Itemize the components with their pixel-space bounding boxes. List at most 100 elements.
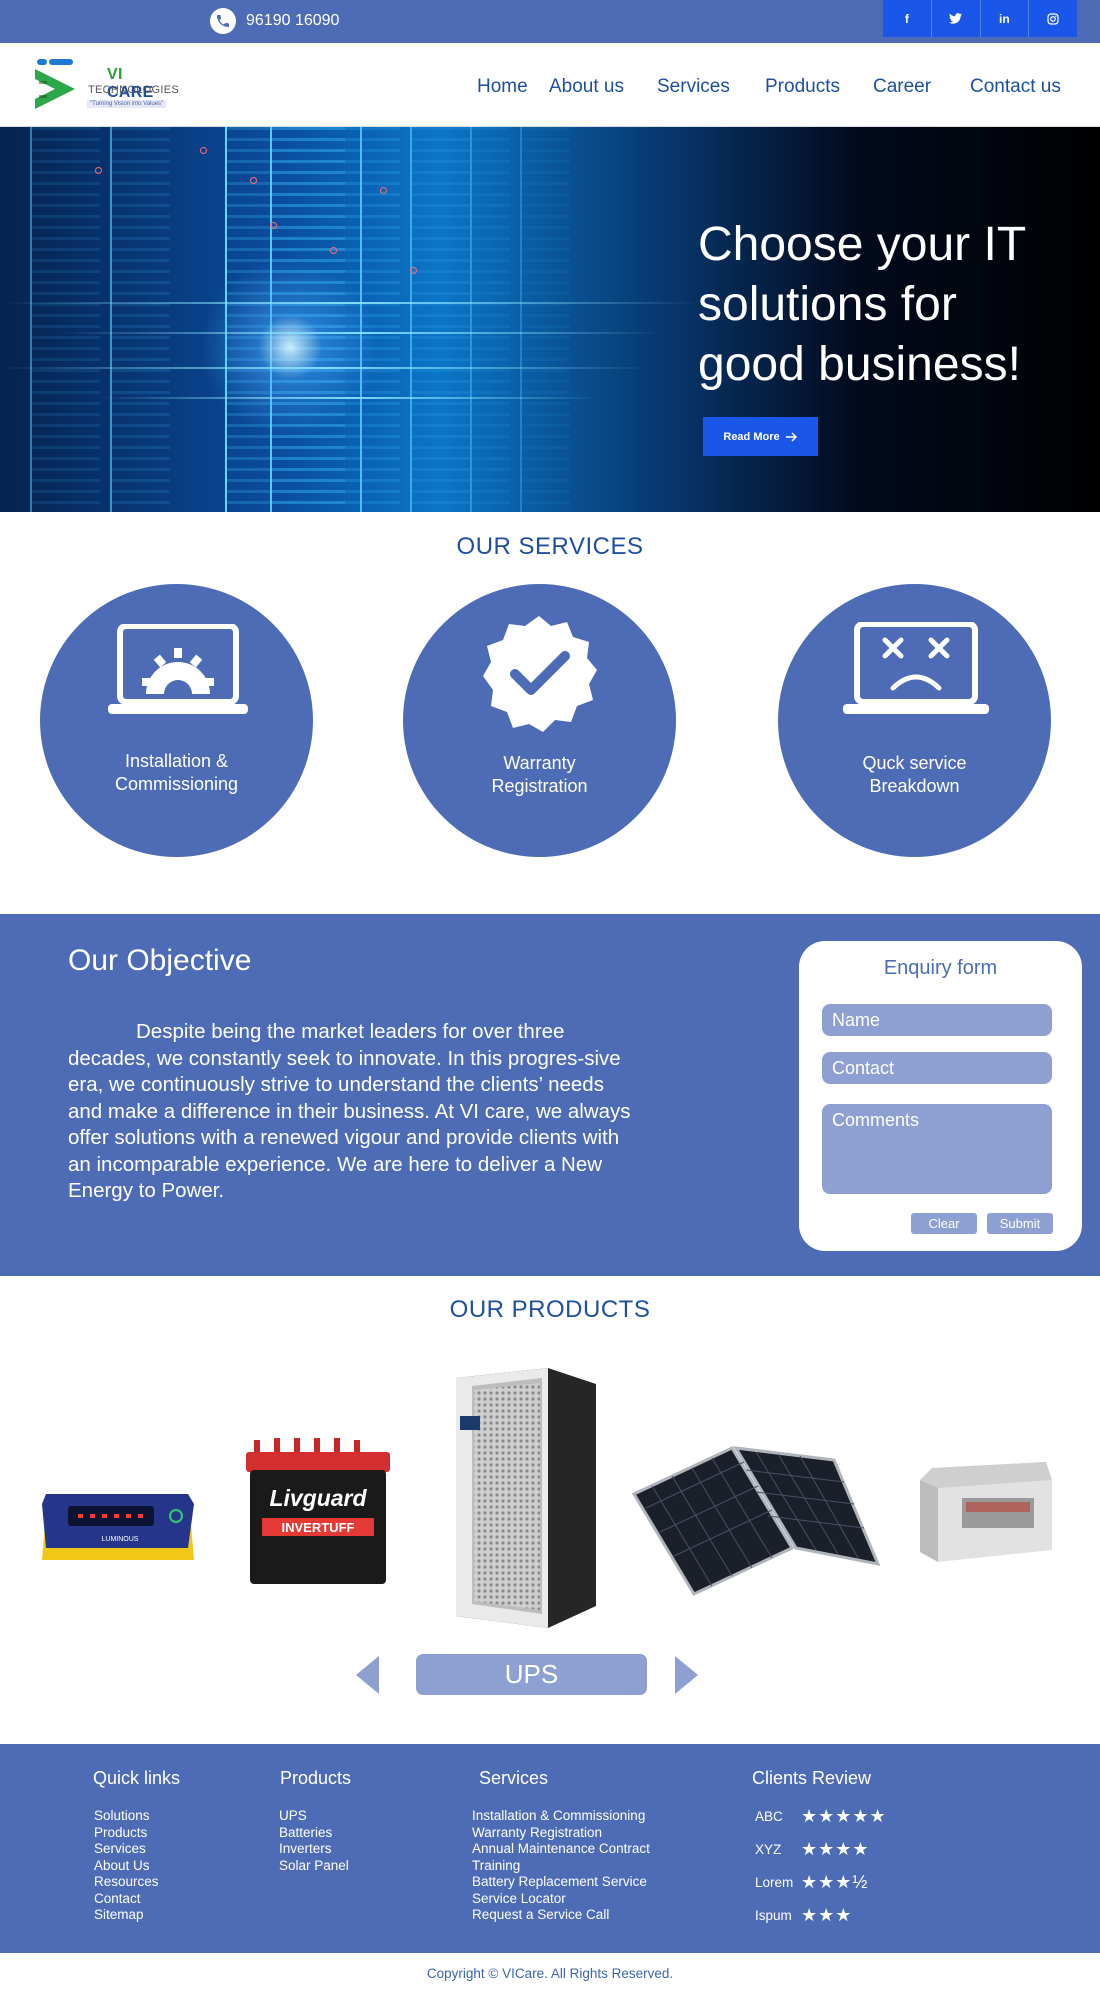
objective-section: Our Objective Despite being the market l…: [0, 914, 1100, 1276]
ups-cabinet-image: [456, 1368, 596, 1628]
phone-contact[interactable]: 96190 16090: [210, 8, 339, 34]
review-client: ABC: [755, 1809, 783, 1824]
submit-button[interactable]: Submit: [987, 1213, 1053, 1234]
product-solar-panel[interactable]: [631, 1446, 881, 1596]
copyright-text: Copyright © VICare. All Rights Reserved.: [426, 1966, 674, 1981]
review-row: Ispum ★★★: [755, 1905, 852, 1926]
comments-textarea[interactable]: Comments: [822, 1104, 1052, 1194]
footer-link[interactable]: Service Locator: [472, 1891, 650, 1908]
service-breakdown[interactable]: Quck service Breakdown: [778, 584, 1051, 857]
service-warranty[interactable]: Warranty Registration: [403, 584, 676, 857]
logo-subtitle: TECHNOLOGIES: [88, 84, 180, 96]
footer-link[interactable]: Training: [472, 1858, 650, 1875]
footer-link[interactable]: Resources: [94, 1874, 159, 1891]
review-row: XYZ ★★★★: [755, 1839, 870, 1860]
battery-image: Livguard INVERTUFF: [246, 1438, 390, 1584]
review-client: XYZ: [755, 1842, 782, 1857]
nav-about[interactable]: About us: [549, 76, 624, 98]
footer-link[interactable]: Request a Service Call: [472, 1907, 650, 1924]
site-footer: Quick links Solutions Products Services …: [0, 1744, 1100, 1953]
nav-contact[interactable]: Contact us: [970, 76, 1061, 98]
footer-link[interactable]: Products: [94, 1825, 159, 1842]
footer-link[interactable]: About Us: [94, 1858, 159, 1875]
objective-text: Despite being the market leaders for ove…: [68, 1020, 631, 1202]
review-row: ABC ★★★★★: [755, 1806, 887, 1827]
footer-link[interactable]: Services: [94, 1841, 159, 1858]
footer-link[interactable]: Inverters: [279, 1841, 349, 1858]
footer-link[interactable]: Contact: [94, 1891, 159, 1908]
arrow-right-icon: [785, 431, 797, 442]
service-label: Warranty Registration: [491, 753, 588, 796]
objective-heading: Our Objective: [68, 944, 252, 977]
footer-link[interactable]: Solutions: [94, 1808, 159, 1825]
service-label: Installation & Commissioning: [114, 751, 239, 794]
logo-tagline: "Turning Vision into Values": [87, 100, 167, 108]
product-battery[interactable]: Livguard INVERTUFF: [244, 1436, 394, 1586]
facebook-icon[interactable]: f: [883, 0, 932, 37]
footer-products-heading: Products: [280, 1768, 352, 1788]
star-rating-icon: ★★★★: [801, 1839, 870, 1859]
selected-product-label: UPS: [416, 1654, 647, 1695]
footer-link[interactable]: Warranty Registration: [472, 1825, 650, 1842]
logo-chevron-icon: [35, 59, 75, 109]
battery-brand: Livguard: [269, 1485, 367, 1511]
enquiry-form: Enquiry form Name Contact Comments Clear…: [799, 941, 1082, 1251]
contact-input[interactable]: Contact: [822, 1052, 1052, 1084]
service-label: Quck service Breakdown: [862, 753, 967, 796]
services-heading: OUR SERVICES: [456, 533, 644, 560]
quick-links-list: Solutions Products Services About Us Res…: [94, 1808, 159, 1924]
star-rating-icon: ★★★★★: [801, 1806, 887, 1826]
footer-services-list: Installation & Commissioning Warranty Re…: [472, 1808, 650, 1924]
review-client: Ispum: [755, 1908, 792, 1923]
name-input[interactable]: Name: [822, 1004, 1052, 1036]
footer-link[interactable]: Battery Replacement Service: [472, 1874, 650, 1891]
footer-products-list: UPS Batteries Inverters Solar Panel: [279, 1808, 349, 1874]
instagram-icon[interactable]: [1029, 0, 1077, 37]
footer-services-heading: Services: [479, 1768, 549, 1788]
footer-link[interactable]: Installation & Commissioning: [472, 1808, 650, 1825]
laptop-gear-icon: [108, 624, 248, 714]
nav-services[interactable]: Services: [657, 76, 730, 98]
sealed-battery-image: [920, 1462, 1052, 1562]
nav-home[interactable]: Home: [477, 76, 528, 98]
product-ups-cabinet[interactable]: [452, 1366, 602, 1630]
battery-model: INVERTUFF: [282, 1520, 355, 1535]
site-header: VI CARE TECHNOLOGIES "Turning Vision int…: [0, 43, 1100, 127]
carousel-next-arrow-icon[interactable]: [675, 1656, 698, 1694]
twitter-icon[interactable]: [932, 0, 981, 37]
inverter-brand: LUMINOUS: [102, 1536, 139, 1543]
footer-link[interactable]: UPS: [279, 1808, 349, 1825]
product-sealed-battery[interactable]: [918, 1458, 1054, 1564]
linkedin-icon[interactable]: in: [981, 0, 1030, 37]
top-bar: 96190 16090 f in: [0, 0, 1100, 43]
enquiry-form-title: Enquiry form: [883, 957, 998, 979]
phone-icon: [210, 8, 236, 34]
review-client: Lorem: [755, 1875, 794, 1890]
inverter-image: LUMINOUS: [42, 1494, 194, 1560]
footer-link[interactable]: Sitemap: [94, 1907, 159, 1924]
footer-link[interactable]: Batteries: [279, 1825, 349, 1842]
hero-banner: Choose your IT solutions for good busine…: [0, 127, 1100, 512]
check-badge-icon: [483, 616, 597, 732]
nav-career[interactable]: Career: [873, 76, 931, 98]
star-rating-icon: ★★★½: [801, 1872, 869, 1892]
service-installation[interactable]: Installation & Commissioning: [40, 584, 313, 857]
star-rating-icon: ★★★: [801, 1905, 853, 1925]
phone-number: 96190 16090: [246, 12, 340, 29]
clear-button[interactable]: Clear: [911, 1213, 977, 1234]
product-inverter[interactable]: LUMINOUS: [38, 1484, 198, 1570]
carousel-prev-arrow-icon[interactable]: [356, 1656, 379, 1694]
social-links: f in: [883, 0, 1077, 37]
clients-review-heading: Clients Review: [752, 1768, 872, 1788]
broken-laptop-icon: [843, 622, 989, 714]
solar-panel-image: [631, 1446, 881, 1596]
footer-link[interactable]: Solar Panel: [279, 1858, 349, 1875]
footer-link[interactable]: Annual Maintenance Contract: [472, 1841, 650, 1858]
company-logo[interactable]: VI CARE TECHNOLOGIES "Turning Vision int…: [33, 57, 179, 117]
products-heading: OUR PRODUCTS: [449, 1296, 651, 1323]
review-row: Lorem ★★★½: [755, 1872, 868, 1893]
hero-headline: Choose your IT solutions for good busine…: [698, 218, 1027, 391]
nav-products[interactable]: Products: [765, 76, 840, 98]
read-more-button[interactable]: Read More: [703, 417, 818, 456]
quick-links-heading: Quick links: [93, 1768, 181, 1788]
